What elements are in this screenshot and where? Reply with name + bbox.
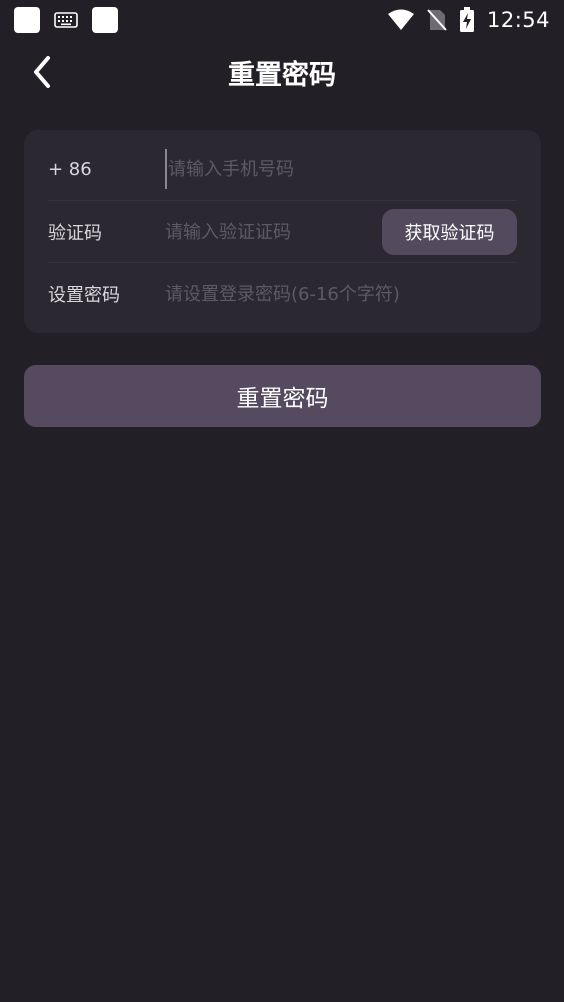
get-code-button[interactable]: 获取验证码 <box>382 209 517 255</box>
reset-form-card: + 86 验证码 获取验证码 设置密码 <box>24 130 541 333</box>
status-bar: 12:54 <box>0 0 564 40</box>
password-input[interactable] <box>165 274 517 314</box>
no-sim-icon <box>427 8 447 32</box>
status-right: 12:54 <box>387 7 550 33</box>
wifi-icon <box>387 9 415 31</box>
phone-input[interactable] <box>165 149 517 189</box>
keyboard-icon <box>54 12 78 28</box>
password-row: 设置密码 <box>48 263 517 325</box>
notification-square-icon <box>92 7 118 33</box>
page-title: 重置密码 <box>228 60 336 91</box>
notification-square-icon <box>14 7 40 33</box>
status-time: 12:54 <box>486 8 550 32</box>
phone-row: + 86 <box>48 138 517 200</box>
header: 重置密码 <box>0 40 564 104</box>
reset-password-button[interactable]: 重置密码 <box>24 365 541 427</box>
battery-charging-icon <box>459 7 475 33</box>
status-left <box>14 7 118 33</box>
verification-code-input[interactable] <box>165 212 375 252</box>
password-label: 设置密码 <box>48 285 120 306</box>
verification-code-row: 验证码 获取验证码 <box>48 201 517 263</box>
country-code-label: + 86 <box>48 158 92 180</box>
verification-code-label: 验证码 <box>48 223 102 244</box>
